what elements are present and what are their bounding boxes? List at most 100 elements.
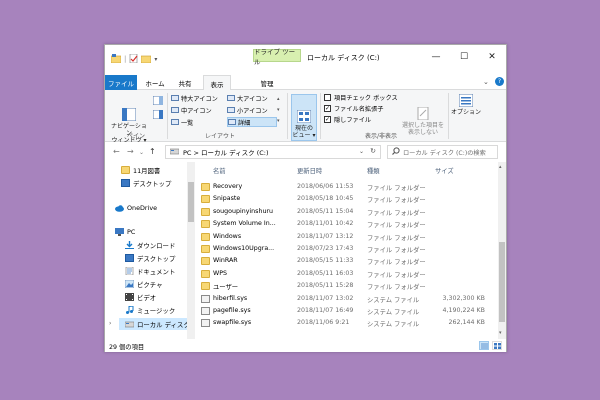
layout-list[interactable]: 一覧 — [171, 117, 225, 127]
tab-share[interactable]: 共有 — [173, 75, 197, 90]
layout-scroll-arrows[interactable]: ▴ ▾ ▾ — [277, 94, 280, 127]
navigation-pane-scrollbar[interactable] — [187, 162, 195, 339]
refresh-icon[interactable]: ↻ — [370, 147, 376, 155]
layout-extra-large-icons[interactable]: 特大アイコン — [171, 93, 225, 103]
nav-item-label: ドキュメント — [137, 267, 176, 276]
nav-item-documents[interactable]: ドキュメント — [125, 265, 187, 277]
column-header-name[interactable]: 名前 — [213, 166, 226, 175]
hidden-items-toggle[interactable]: ✓ 隠しファイル — [324, 115, 371, 124]
system-file-icon — [201, 319, 210, 328]
maximize-button[interactable]: ☐ — [451, 47, 477, 67]
tab-view[interactable]: 表示 — [203, 75, 231, 91]
tab-file[interactable]: ファイル — [105, 75, 137, 90]
preview-pane-icon[interactable] — [152, 95, 164, 107]
file-list-scroll-thumb[interactable] — [499, 242, 505, 322]
file-name: pagefile.sys — [213, 307, 251, 314]
layout-icon — [171, 95, 179, 101]
recent-locations-chevron-icon[interactable]: ⌄ — [139, 149, 144, 156]
table-row[interactable]: System Volume In... 2018/11/01 10:42 ファイル … — [199, 218, 495, 230]
expand-chevron-icon[interactable]: › — [109, 320, 111, 327]
explorer-icon[interactable] — [110, 53, 122, 65]
nav-item-11gatsu[interactable]: 11月図書 — [121, 164, 187, 176]
breadcrumb[interactable]: PC > ローカル ディスク (C:) — [183, 147, 269, 157]
table-row[interactable]: WinRAR 2018/05/15 11:33 ファイル フォルダー — [199, 255, 495, 267]
minimize-button[interactable]: — — [423, 47, 449, 67]
table-row[interactable]: Windows10Upgra... 2018/07/23 17:43 ファイル フォ… — [199, 243, 495, 255]
file-date: 2018/05/11 16:03 — [297, 269, 354, 277]
back-arrow-icon[interactable]: ← — [113, 147, 120, 156]
table-row[interactable]: Snipaste 2018/05/18 10:45 ファイル フォルダー — [199, 193, 495, 205]
toolbar-separator: | — [124, 55, 127, 63]
table-row[interactable]: hiberfil.sys 2018/11/07 13:02 システム ファイル 3,3… — [199, 293, 495, 305]
new-folder-icon[interactable] — [141, 54, 152, 65]
table-row[interactable]: swapfile.sys 2018/11/06 9:21 システム ファイル 262,… — [199, 317, 495, 329]
navigation-scroll-thumb[interactable] — [188, 182, 194, 222]
table-row[interactable]: WPS 2018/05/11 16:03 ファイル フォルダー — [199, 268, 495, 280]
layout-icon — [171, 119, 179, 125]
close-button[interactable]: ✕ — [479, 47, 505, 67]
scroll-up-arrow-icon[interactable]: ▴ — [499, 164, 502, 170]
nav-item-desktop[interactable]: デスクトップ — [121, 177, 187, 189]
table-row[interactable]: ユーザー 2018/05/11 15:28 ファイル フォルダー — [199, 280, 495, 292]
nav-item-videos[interactable]: ビデオ — [125, 291, 187, 303]
file-type: ファイル フォルダー — [367, 259, 426, 267]
properties-icon[interactable] — [129, 53, 138, 65]
item-checkboxes-checkbox[interactable] — [324, 94, 331, 101]
folder-icon — [201, 207, 210, 216]
nav-item-pictures[interactable]: ピクチャ — [124, 278, 187, 290]
search-input[interactable]: ローカル ディスク (C:)の検索 — [387, 145, 498, 159]
hide-selected-button[interactable]: 選択した項目を 表示しない — [401, 93, 445, 136]
table-row[interactable]: Recovery 2018/06/06 11:53 ファイル フォルダー — [199, 181, 495, 193]
hidden-items-checkbox[interactable]: ✓ — [324, 116, 331, 123]
details-pane-icon[interactable] — [152, 109, 164, 121]
up-arrow-icon[interactable]: ↑ — [149, 147, 156, 156]
file-extensions-toggle[interactable]: ✓ ファイル名拡張子 — [324, 104, 384, 113]
large-icons-view-icon[interactable] — [492, 341, 502, 350]
options-button[interactable]: オプション — [451, 93, 481, 116]
file-type: システム ファイル — [367, 296, 420, 304]
column-header-type[interactable]: 種類 — [367, 166, 380, 175]
file-type: ファイル フォルダー — [367, 185, 426, 192]
item-checkboxes-toggle[interactable]: 項目チェック ボックス — [324, 93, 398, 102]
table-row[interactable]: pagefile.sys 2018/11/07 16:49 システム ファイル 4,1… — [199, 305, 495, 317]
tab-manage[interactable]: 管理 — [253, 75, 281, 90]
tab-home[interactable]: ホーム — [141, 75, 169, 90]
file-date: 2018/05/18 10:45 — [297, 195, 354, 203]
layout-icon — [227, 95, 235, 101]
file-size: 4,190,224 KB — [442, 307, 486, 314]
address-box[interactable]: PC > ローカル ディスク (C:) ⌄ ↻ — [165, 145, 381, 159]
table-row[interactable]: Windows 2018/11/07 13:12 ファイル フォルダー — [199, 231, 495, 243]
layout-details[interactable]: 詳細 — [227, 117, 277, 127]
nav-item-label: PC — [127, 228, 136, 236]
nav-item-label: ピクチャ — [137, 280, 163, 289]
table-row[interactable]: sougoupinyinshuru 2018/05/11 15:04 ファイル フォ… — [199, 206, 495, 218]
layout-medium-icons[interactable]: 中アイコン — [171, 105, 225, 115]
nav-item-music[interactable]: ミュージック — [125, 304, 187, 316]
scroll-down-arrow-icon[interactable]: ▾ — [499, 330, 502, 336]
nav-item-pc[interactable]: PC — [115, 226, 187, 238]
drive-tools-context-tab: ドライブ ツール — [253, 48, 301, 66]
picture-icon — [124, 279, 135, 289]
forward-arrow-icon[interactable]: → — [127, 147, 134, 156]
column-header-date[interactable]: 更新日時 — [297, 166, 322, 175]
address-dropdown-icon[interactable]: ⌄ — [359, 148, 364, 155]
nav-item-downloads[interactable]: ダウンロード — [125, 239, 187, 251]
current-view-button[interactable]: 現在の ビュー ▾ — [291, 94, 317, 141]
pc-icon — [115, 228, 124, 236]
file-list-scrollbar[interactable]: ▴ ▾ — [498, 162, 506, 339]
nav-item-local-disk[interactable]: ローカル ディスク (C — [119, 318, 195, 330]
nav-item-onedrive[interactable]: OneDrive — [115, 202, 187, 214]
file-extensions-checkbox[interactable]: ✓ — [324, 105, 331, 112]
customize-toolbar-icon[interactable]: ▾ — [154, 56, 157, 63]
layout-small-icons[interactable]: 小アイコン — [227, 105, 277, 115]
help-icon[interactable]: ? — [495, 77, 504, 86]
title-bar: | ▾ ドライブ ツール ローカル ディスク (C:) — ☐ ✕ — [105, 45, 506, 75]
details-view-icon[interactable] — [479, 341, 489, 350]
drive-icon — [124, 320, 135, 328]
layout-large-icons[interactable]: 大アイコン — [227, 93, 277, 103]
ribbon-collapse-icon[interactable]: ⌄ — [483, 78, 489, 86]
folder-icon — [201, 183, 210, 191]
nav-item-desktop-pc[interactable]: デスクトップ — [125, 252, 187, 264]
file-type: ファイル フォルダー — [367, 222, 426, 230]
column-header-size[interactable]: サイズ — [435, 166, 454, 175]
